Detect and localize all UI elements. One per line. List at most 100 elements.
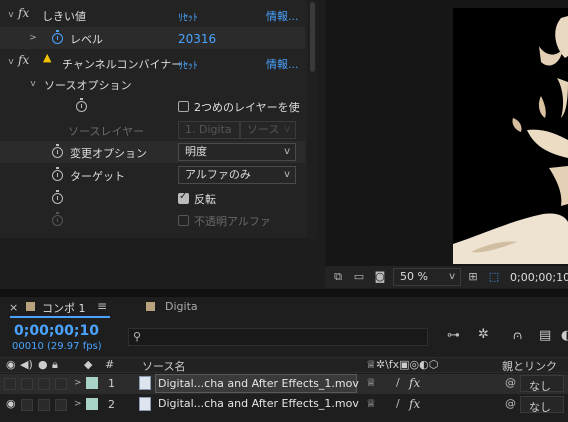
- fx-icon[interactable]: fx: [18, 53, 29, 67]
- level-value[interactable]: 20316: [178, 32, 216, 46]
- timeline-timecode[interactable]: 0;00;00;10: [14, 323, 99, 339]
- change-option-select[interactable]: 明度 v: [178, 143, 296, 161]
- collapse-switch-icon[interactable]: ♕: [366, 397, 376, 410]
- chevron-down-icon[interactable]: v: [28, 79, 38, 89]
- quality-switch-icon[interactable]: /: [396, 397, 400, 410]
- channel-combiner-row[interactable]: v fx ▲ チャンネルコンバイナー ﾘｾｯﾄ 情報...: [0, 51, 305, 73]
- use-two-layers-row: 2つめのレイヤーを使: [0, 95, 305, 117]
- pickwhip-icon[interactable]: @: [505, 397, 516, 410]
- channel-combiner-about-link[interactable]: 情報...: [266, 56, 299, 72]
- channel-combiner-reset-link[interactable]: ﾘｾｯﾄ: [178, 57, 198, 72]
- panel-divider[interactable]: [0, 289, 568, 297]
- use-two-layers-checkbox[interactable]: [178, 101, 189, 112]
- monitor-icon[interactable]: ▭: [352, 270, 366, 283]
- effect-controls-panel: v fx しきい値 ﾘｾｯﾄ 情報... > レベル 20316 v fx ▲ …: [0, 0, 318, 238]
- zoom-select[interactable]: 50 % v: [393, 268, 461, 286]
- layer-label-color[interactable]: [86, 377, 98, 389]
- chevron-right-icon[interactable]: >: [74, 378, 82, 388]
- stopwatch-icon[interactable]: [52, 190, 63, 204]
- stopwatch-icon[interactable]: [52, 167, 63, 181]
- composition-viewer[interactable]: [325, 0, 568, 266]
- fx-icon[interactable]: fx: [409, 397, 420, 411]
- audio-toggle[interactable]: [21, 378, 33, 390]
- switches-header-icons: ♕✲\fx▣◎◐⬡: [366, 358, 439, 371]
- source-layer-row: ソースレイヤー 1. Digita ソース v: [0, 119, 305, 141]
- target-label: ターゲット: [70, 170, 125, 183]
- shy-layers-icon[interactable]: ⩀: [513, 328, 522, 343]
- level-row[interactable]: > レベル 20316: [0, 27, 305, 49]
- layer-label-color[interactable]: [86, 398, 98, 410]
- effect-controls-scrollbar[interactable]: [307, 0, 318, 238]
- source-options-label: ソースオプション: [44, 79, 132, 92]
- parent-select[interactable]: なし: [520, 396, 564, 414]
- stopwatch-icon[interactable]: [76, 98, 87, 112]
- chevron-right-icon[interactable]: >: [28, 33, 38, 43]
- audio-toggle[interactable]: [21, 399, 33, 411]
- tab-footage[interactable]: Digita: [165, 300, 198, 313]
- audio-icon[interactable]: ◀): [20, 358, 33, 374]
- chevron-down-icon: v: [284, 169, 290, 180]
- chevron-down-icon[interactable]: v: [6, 10, 16, 20]
- solo-icon[interactable]: ●: [38, 358, 48, 374]
- layer-search-input[interactable]: ⚲: [128, 328, 428, 346]
- composition-frame[interactable]: [453, 8, 568, 264]
- use-two-layers-label: 2つめのレイヤーを使: [194, 101, 300, 114]
- chevron-right-icon[interactable]: >: [74, 399, 82, 409]
- layer-name-box[interactable]: Digital...cha and After Effects_1.mov: [155, 374, 359, 393]
- target-row: ターゲット アルファのみ v: [0, 164, 305, 186]
- footage-file-icon: [139, 397, 151, 411]
- region-of-interest-icon[interactable]: ⬚: [487, 270, 501, 283]
- invert-checkbox[interactable]: [178, 191, 189, 204]
- threshold-about-link[interactable]: 情報...: [266, 8, 299, 24]
- motion-blur-icon[interactable]: ◐: [561, 328, 568, 343]
- source-select[interactable]: ソース v: [240, 121, 296, 139]
- lock-toggle[interactable]: [55, 399, 67, 411]
- target-select[interactable]: アルファのみ v: [178, 166, 296, 184]
- level-label: レベル: [70, 33, 103, 46]
- grid-guides-icon[interactable]: ⊞: [466, 270, 480, 283]
- lock-icon[interactable]: 🔒︎: [52, 358, 58, 374]
- mask-visibility-icon[interactable]: ◙: [373, 270, 387, 283]
- source-layer-label: ソースレイヤー: [68, 125, 145, 138]
- frame-blending-icon[interactable]: ▤: [539, 328, 551, 343]
- lock-toggle[interactable]: [55, 378, 67, 390]
- quality-switch-icon[interactable]: /: [396, 376, 400, 389]
- threshold-reset-link[interactable]: ﾘｾｯﾄ: [178, 9, 198, 24]
- viewer-timecode[interactable]: 0;00;00;10: [510, 271, 568, 284]
- source-layer-select[interactable]: 1. Digita: [178, 121, 240, 139]
- threshold-effect-name: しきい値: [42, 10, 86, 23]
- parent-select[interactable]: なし: [520, 375, 564, 393]
- stopwatch-icon[interactable]: [52, 144, 63, 158]
- close-tab-icon[interactable]: ×: [9, 301, 18, 314]
- threshold-effect-row[interactable]: v fx しきい値 ﾘｾｯﾄ 情報...: [0, 4, 305, 26]
- comp-flowchart-icon[interactable]: ⊶: [447, 328, 460, 343]
- layer-row[interactable]: ◉ > 2 Digital...cha and After Effects_1.…: [0, 395, 568, 415]
- always-preview-icon[interactable]: ⧉: [331, 270, 345, 283]
- collapse-switch-icon[interactable]: ♕: [366, 376, 376, 389]
- tab-comp1[interactable]: コンポ 1: [42, 300, 86, 316]
- fx-icon[interactable]: fx: [409, 376, 420, 390]
- label-tag-icon[interactable]: ◆: [84, 358, 92, 374]
- scrollbar-thumb[interactable]: [310, 2, 315, 72]
- eye-icon[interactable]: ◉: [6, 397, 16, 410]
- pickwhip-icon[interactable]: @: [505, 376, 516, 389]
- chevron-down-icon: v: [284, 124, 290, 135]
- source-options-row[interactable]: v ソースオプション: [0, 73, 305, 95]
- chevron-down-icon[interactable]: v: [6, 57, 16, 67]
- solo-toggle[interactable]: [38, 378, 50, 390]
- draft-3d-icon[interactable]: ✲: [478, 327, 489, 342]
- tab-menu-icon[interactable]: ≡: [97, 299, 107, 313]
- visibility-toggle[interactable]: [4, 378, 16, 390]
- opaque-alpha-checkbox[interactable]: [178, 215, 189, 226]
- source-name-header[interactable]: ソース名: [142, 358, 185, 374]
- eye-icon[interactable]: ◉: [6, 358, 16, 374]
- layer-number: 2: [108, 398, 115, 411]
- solo-toggle[interactable]: [38, 399, 50, 411]
- fx-icon[interactable]: fx: [18, 6, 29, 20]
- layer-name[interactable]: Digital...cha and After Effects_1.mov: [158, 397, 359, 410]
- layer-row[interactable]: > 1 Digital...cha and After Effects_1.mo…: [0, 374, 568, 394]
- stopwatch-icon[interactable]: [52, 30, 63, 44]
- target-value: アルファのみ: [185, 168, 251, 181]
- active-tab-underline: [10, 316, 110, 318]
- opaque-alpha-label: 不透明アルファ: [194, 215, 271, 228]
